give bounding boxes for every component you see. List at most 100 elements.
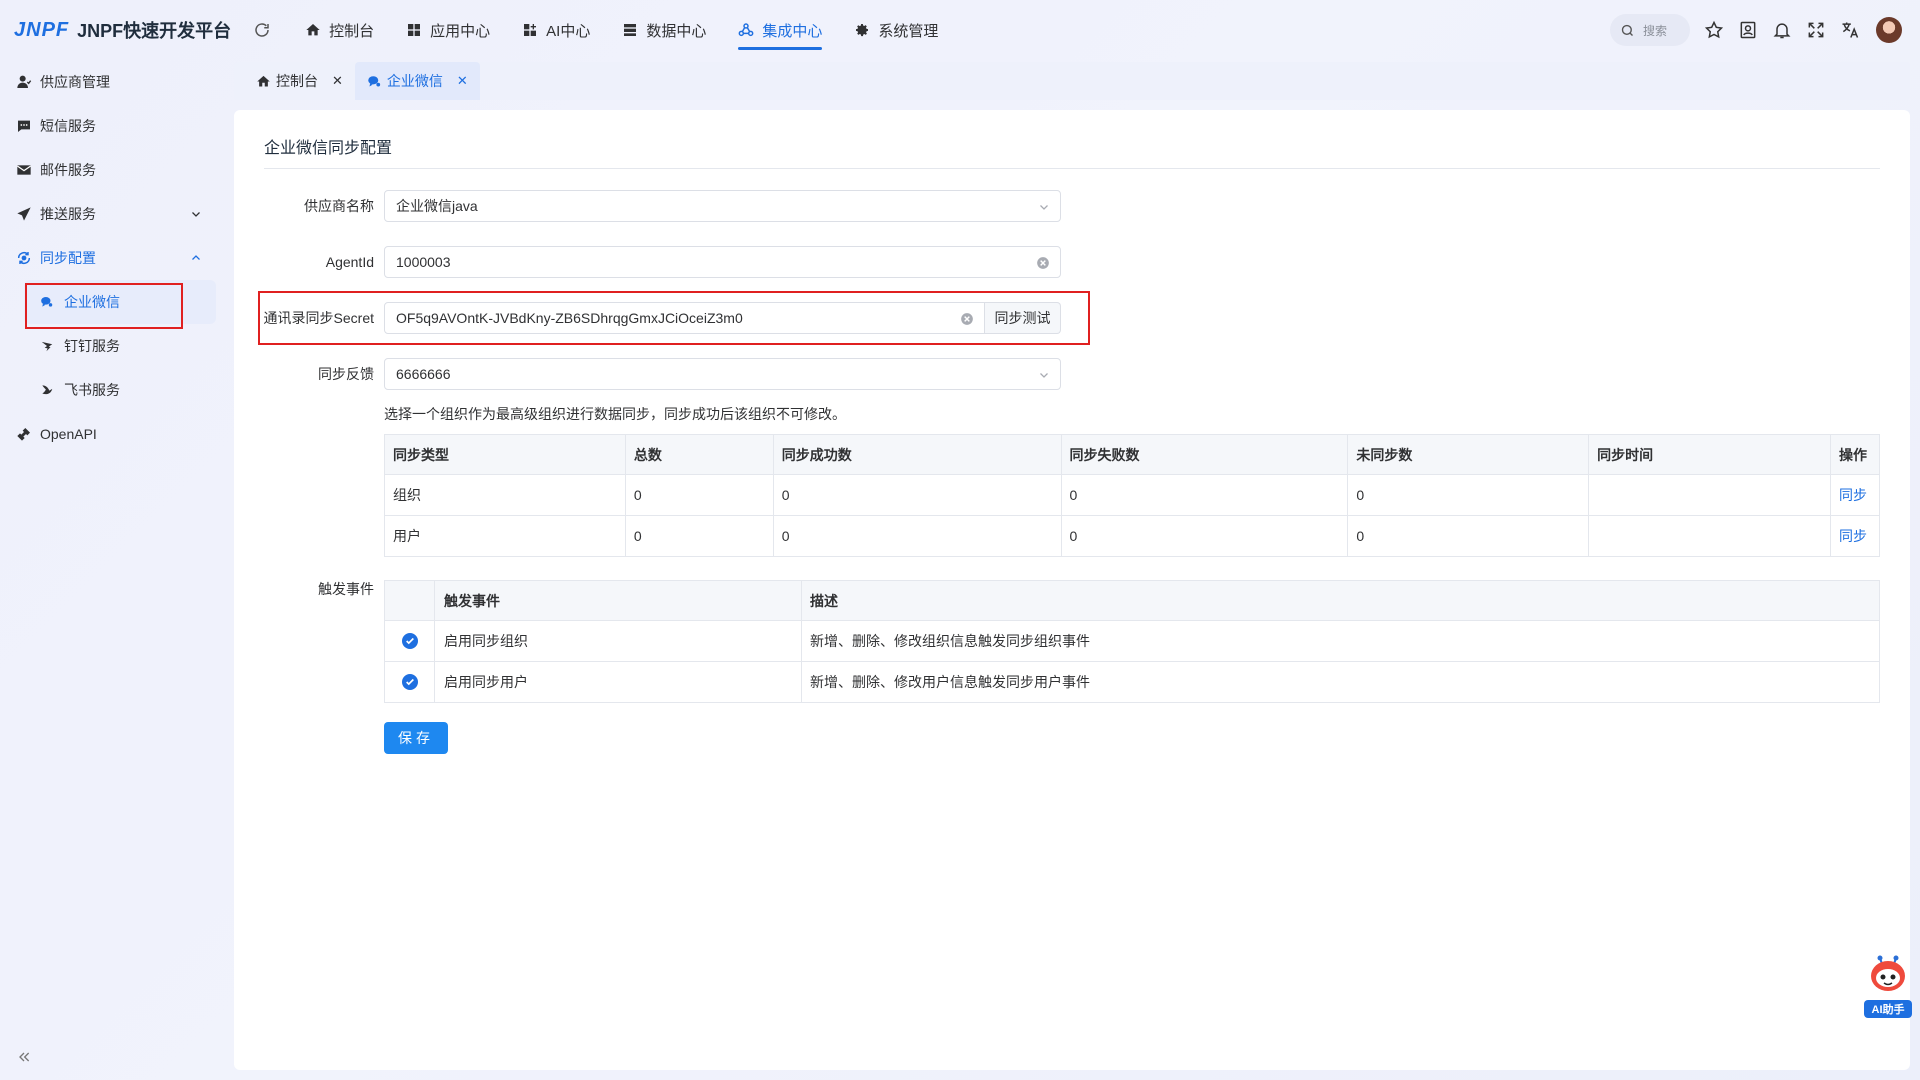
table-cell: 启用同步用户 xyxy=(434,661,802,703)
sidebar-item-openapi[interactable]: OpenAPI xyxy=(0,412,232,456)
refresh-icon[interactable] xyxy=(253,21,271,39)
enable-sync-org-checkbox[interactable] xyxy=(401,633,418,649)
table-cell: 启用同步组织 xyxy=(434,620,802,662)
title-divider xyxy=(264,168,1880,169)
sidebar-item-supplier[interactable]: 供应商管理 xyxy=(0,60,232,104)
chevron-down-icon xyxy=(1040,205,1048,210)
agentid-input[interactable]: 1000003 xyxy=(384,246,1061,278)
send-icon xyxy=(17,207,31,221)
sidebar-subitem-wecom[interactable]: 企业微信 xyxy=(24,280,216,324)
table-header-row: 触发事件 描述 xyxy=(384,580,1880,621)
column-header: 同步时间 xyxy=(1588,434,1831,475)
home-icon xyxy=(257,75,270,86)
feedback-select[interactable]: 6666666 xyxy=(384,358,1061,390)
table-cell: 0 xyxy=(772,474,1062,516)
table-row: 用户 0 0 0 0 同步 xyxy=(384,515,1881,557)
sidebar-item-mail[interactable]: 邮件服务 xyxy=(0,148,232,192)
sync-status-table: 同步类型 总数 同步成功数 同步失败数 未同步数 同步时间 操作 组织 0 0 … xyxy=(384,434,1881,557)
wecom-icon xyxy=(368,75,381,86)
logo[interactable]: JNPF JNPF快速开发平台 xyxy=(14,17,231,43)
tab-close-icon[interactable]: ✕ xyxy=(332,73,343,89)
nav-item-ai[interactable]: AI中心 xyxy=(506,0,606,60)
sidebar-item-push[interactable]: 推送服务 xyxy=(0,192,232,236)
sidebar: 供应商管理 短信服务 邮件服务 推送服务 同步配置 企业微信 钉钉服务 飞书服务… xyxy=(0,60,232,1080)
table-cell: 0 xyxy=(1347,474,1590,516)
table-cell-action: 同步 xyxy=(1829,515,1881,557)
table-cell: 0 xyxy=(772,515,1062,557)
checkbox-cell xyxy=(384,661,435,703)
tab-console[interactable]: 控制台 ✕ xyxy=(244,62,355,100)
sidebar-item-sms[interactable]: 短信服务 xyxy=(0,104,232,148)
sidebar-item-label: 邮件服务 xyxy=(40,162,96,178)
nav-item-system[interactable]: 系统管理 xyxy=(838,0,954,60)
ai-helper-label: AI助手 xyxy=(1864,1000,1912,1018)
user-card-icon[interactable] xyxy=(1738,20,1758,40)
collapse-sidebar-icon[interactable] xyxy=(16,1049,32,1065)
clear-icon[interactable] xyxy=(960,312,974,326)
sidebar-subitem-label: 钉钉服务 xyxy=(64,338,120,354)
database-icon xyxy=(624,24,637,36)
logo-mark: JNPF xyxy=(14,18,70,41)
supplier-select[interactable]: 企业微信java xyxy=(384,190,1061,222)
gear-icon xyxy=(856,24,869,37)
wecom-icon xyxy=(41,297,53,307)
ai-assistant-button[interactable]: AI助手 xyxy=(1862,952,1914,1022)
table-cell-action: 同步 xyxy=(1829,474,1881,516)
chevron-down-icon xyxy=(192,212,200,217)
sidebar-item-sync-config[interactable]: 同步配置 xyxy=(0,236,232,280)
supplier-value: 企业微信java xyxy=(396,198,478,214)
app-title: JNPF快速开发平台 xyxy=(77,21,232,41)
table-cell: 组织 xyxy=(384,474,626,516)
star-icon[interactable] xyxy=(1704,20,1724,40)
message-icon xyxy=(18,120,30,132)
table-row: 启用同步用户 新增、删除、修改用户信息触发同步用户事件 xyxy=(384,661,1880,703)
table-cell: 0 xyxy=(1060,474,1349,516)
save-button[interactable]: 保存 xyxy=(384,722,448,754)
clear-icon[interactable] xyxy=(1036,256,1050,270)
tab-wecom[interactable]: 企业微信 ✕ xyxy=(354,62,480,100)
sync-hint-text: 选择一个组织作为最高级组织进行数据同步，同步成功后该组织不可修改。 xyxy=(384,406,846,422)
chevron-down-icon xyxy=(1040,373,1048,378)
fullscreen-icon[interactable] xyxy=(1806,20,1826,40)
table-header-row: 同步类型 总数 同步成功数 同步失败数 未同步数 同步时间 操作 xyxy=(384,434,1881,475)
dingtalk-icon xyxy=(41,341,53,352)
check-icon xyxy=(405,637,414,645)
nav-item-label: 控制台 xyxy=(329,22,375,40)
sidebar-subitem-label: 企业微信 xyxy=(64,294,120,310)
secret-label: 通讯录同步Secret xyxy=(263,310,374,326)
column-header: 总数 xyxy=(624,434,774,475)
sync-org-link[interactable]: 同步 xyxy=(1839,487,1867,503)
nav-item-label: 应用中心 xyxy=(430,22,491,40)
main-nav: 控制台 应用中心 AI中心 数据中心 集成中心 系统管理 xyxy=(289,0,954,60)
nav-item-data[interactable]: 数据中心 xyxy=(606,0,722,60)
search-icon xyxy=(1621,24,1633,36)
sync-user-link[interactable]: 同步 xyxy=(1839,528,1867,544)
table-cell: 新增、删除、修改用户信息触发同步用户事件 xyxy=(801,661,1880,703)
api-icon xyxy=(17,428,30,441)
enable-sync-user-checkbox[interactable] xyxy=(401,674,418,690)
sidebar-item-label: 供应商管理 xyxy=(40,74,110,90)
sidebar-subitem-feishu[interactable]: 飞书服务 xyxy=(24,368,216,412)
tab-label: 企业微信 xyxy=(386,73,443,89)
nav-item-console[interactable]: 控制台 xyxy=(289,0,390,60)
sync-test-button[interactable]: 同步测试 xyxy=(985,302,1061,334)
supplier-label: 供应商名称 xyxy=(304,198,374,214)
agentid-label: AgentId xyxy=(325,254,374,270)
table-row: 组织 0 0 0 0 同步 xyxy=(384,474,1881,516)
global-search[interactable]: 搜索 xyxy=(1610,14,1690,46)
table-row: 启用同步组织 新增、删除、修改组织信息触发同步组织事件 xyxy=(384,620,1880,662)
tabs-bar: 控制台 ✕ 企业微信 ✕ xyxy=(234,62,1910,100)
secret-input[interactable]: OF5q9AVOntK-JVBdKny-ZB6SDhrqgGmxJCiOceiZ… xyxy=(384,302,985,334)
nav-item-label: AI中心 xyxy=(546,22,591,40)
feedback-label: 同步反馈 xyxy=(318,366,374,382)
nav-item-apps[interactable]: 应用中心 xyxy=(390,0,506,60)
table-cell: 新增、删除、修改组织信息触发同步组织事件 xyxy=(801,620,1880,662)
sidebar-subitem-dingtalk[interactable]: 钉钉服务 xyxy=(24,324,216,368)
feishu-icon xyxy=(42,385,53,395)
tab-close-icon[interactable]: ✕ xyxy=(457,73,468,89)
avatar[interactable] xyxy=(1876,17,1902,43)
home-icon xyxy=(306,24,320,36)
bell-icon[interactable] xyxy=(1772,20,1792,40)
translate-icon[interactable] xyxy=(1840,20,1860,40)
nav-item-integration[interactable]: 集成中心 xyxy=(722,0,838,60)
